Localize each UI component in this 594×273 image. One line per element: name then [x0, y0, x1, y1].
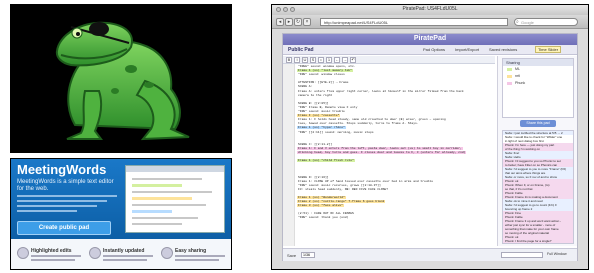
back-button[interactable]: ◂: [276, 18, 284, 26]
piratepad-header: PiratePad: [283, 34, 577, 45]
pad-text[interactable]: "FREE" sound: window opens, etc. Frame 1 …: [297, 65, 493, 246]
meetingwords-header: MeetingWords MeetingWords is a simple te…: [11, 159, 231, 239]
feature-highlighted-edits: Highlighted edits: [17, 247, 83, 269]
meetingwords-preview-image: [125, 165, 225, 233]
pad-line[interactable]: drinking head, boy turns and goes. F clo…: [297, 150, 493, 155]
chat-message: Phunk: I find the page for a single?: [503, 239, 573, 243]
piratepad-logo: PiratePad: [413, 35, 447, 42]
tab-pad-options[interactable]: Pad Options: [423, 47, 445, 52]
editor-tool-icon[interactable]: →: [342, 57, 348, 63]
browser-toolbar: ◂ ▸ ↻ × ⌂ http://unimpeapad.net/US4FLdU0…: [272, 15, 588, 29]
tab-import-export[interactable]: Import/Export: [455, 47, 479, 52]
meetingwords-features: Highlighted edits Instantly updated Easy…: [11, 243, 231, 269]
editor-tool-icon[interactable]: B: [286, 57, 292, 63]
tab-saved-revisions[interactable]: Saved revisions: [489, 47, 517, 52]
revision-field[interactable]: 1/36: [301, 252, 315, 258]
chat-input[interactable]: [501, 252, 543, 258]
chat-log: Nabs: I just zerified the structure at 5…: [502, 130, 574, 244]
line-number-gutter: [283, 64, 295, 246]
browser-window: PiratePad: US4FLdU05L ◂ ▸ ↻ × ⌂ http://u…: [271, 4, 589, 270]
frog-illustration-panel: [10, 4, 232, 153]
editor-tool-icon[interactable]: S: [310, 57, 316, 63]
editor-toolbar: B I U S • 1 ← → ↶: [283, 56, 495, 64]
feature-instantly-updated: Instantly updated: [89, 247, 155, 269]
editor-tool-icon[interactable]: ←: [334, 57, 340, 63]
meetingwords-logo: MeetingWords: [17, 162, 107, 177]
editor-tool-icon[interactable]: 1: [326, 57, 332, 63]
editor-tool-icon[interactable]: I: [294, 57, 300, 63]
pad-statusbar: Save 1/36 Full Window: [283, 248, 577, 261]
meetingwords-intro-text: [17, 195, 117, 215]
reload-button[interactable]: ↻: [294, 18, 302, 26]
users-list: Sharing ML nrtl Phunk: [502, 58, 574, 118]
user-color-swatch[interactable]: [507, 68, 512, 71]
highlight-icon: [17, 247, 29, 259]
user-row: Phunk: [503, 80, 573, 87]
search-icon: ⌕: [516, 19, 519, 25]
window-title-bar: PiratePad: US4FLdU05L: [272, 5, 588, 15]
pad-sidebar: Sharing ML nrtl Phunk Share this pad Nabs:…: [497, 56, 577, 246]
search-input[interactable]: ⌕ Google: [514, 18, 578, 26]
meetingwords-tagline: MeetingWords is a simple text editor for…: [17, 179, 114, 192]
refresh-icon: [89, 247, 101, 259]
pad-line[interactable]: "FRE" sound: thank you (end): [297, 216, 493, 220]
full-window-toggle[interactable]: Full Window: [547, 252, 567, 256]
tab-time-slider[interactable]: Time Slider: [535, 46, 562, 53]
piratepad-nav: Public Pad Pad Options Import/Export Sav…: [283, 45, 577, 55]
user-color-swatch[interactable]: [507, 75, 512, 78]
user-color-swatch[interactable]: [507, 82, 512, 85]
editor-tool-icon[interactable]: ↶: [350, 57, 356, 63]
user-row: ML: [503, 66, 573, 73]
editor-tool-icon[interactable]: U: [302, 57, 308, 63]
save-label: Save: [287, 253, 297, 258]
share-pad-button[interactable]: Share this pad: [520, 120, 556, 127]
feature-easy-sharing: Easy sharing: [161, 247, 227, 269]
meetingwords-screenshot: MeetingWords MeetingWords is a simple te…: [10, 158, 232, 270]
share-icon: [161, 247, 173, 259]
editor-tool-icon[interactable]: •: [318, 57, 324, 63]
forward-button[interactable]: ▸: [285, 18, 293, 26]
user-row: nrtl: [503, 73, 573, 80]
piratepad-app: PiratePad Public Pad Pad Options Import/…: [282, 33, 578, 261]
frog-pirate-illustration: [55, 21, 190, 141]
pad-editor[interactable]: B I U S • 1 ← → ↶ "FREE" sound: window opens, et…: [283, 56, 495, 246]
window-title: PiratePad: US4FLdU05L: [402, 6, 458, 12]
create-public-pad-button[interactable]: Create public pad: [17, 221, 111, 235]
pad-label: Public Pad: [288, 47, 314, 53]
stop-button[interactable]: ×: [303, 18, 311, 26]
address-bar[interactable]: http://unimpeapad.net/US4FLdU05L: [320, 18, 508, 26]
users-heading: Sharing: [503, 59, 573, 66]
